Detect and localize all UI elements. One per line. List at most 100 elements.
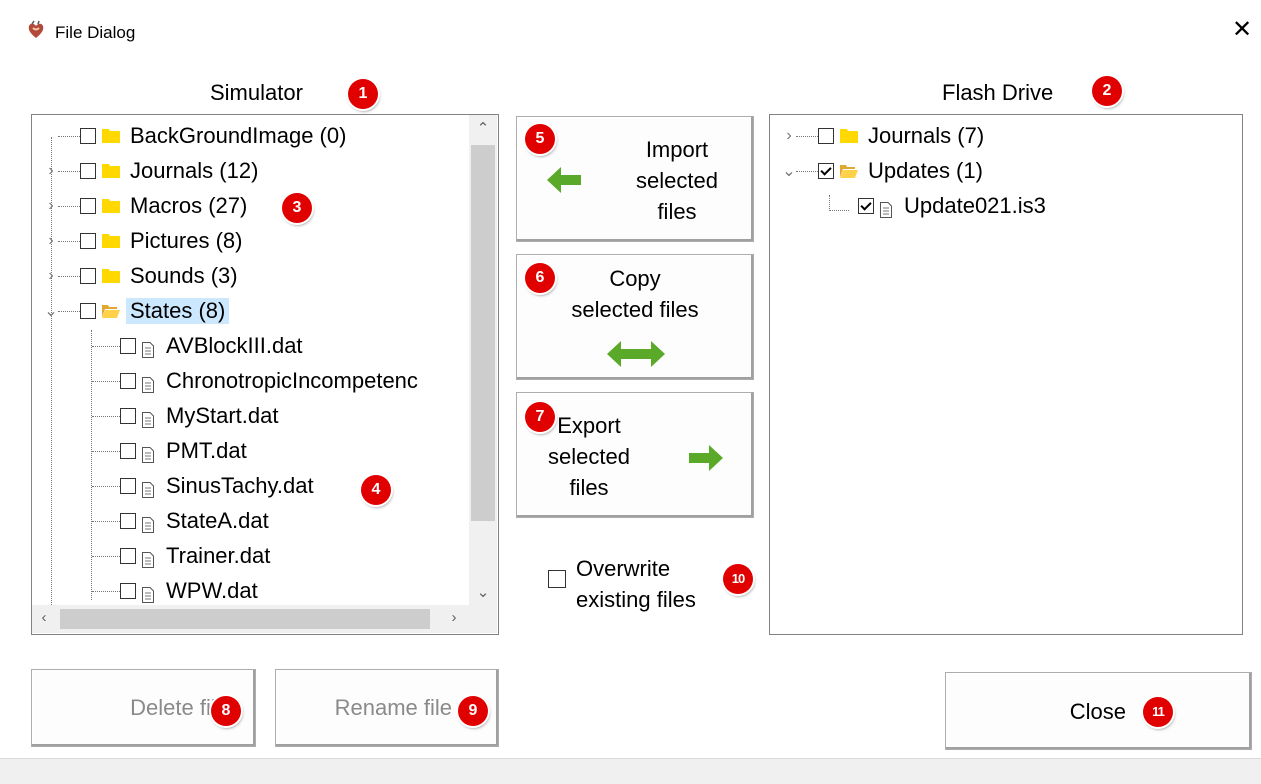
scrollbar-thumb[interactable]: [471, 145, 495, 521]
tree-item-file[interactable]: PMT.dat: [120, 434, 247, 468]
tree-item-label: Journals (12): [130, 158, 259, 183]
tree-item-file[interactable]: MyStart.dat: [120, 399, 278, 433]
tree-item-folder[interactable]: Journals (7): [818, 119, 984, 153]
chevron-down-icon[interactable]: ⌄: [782, 154, 796, 188]
scroll-down-icon[interactable]: ⌄: [473, 583, 493, 601]
tree-item-folder[interactable]: Sounds (3): [80, 259, 238, 293]
tree-item-checkbox[interactable]: [120, 548, 136, 564]
tree-item-checkbox[interactable]: [818, 163, 834, 179]
tree-item-label: WPW.dat: [166, 578, 258, 603]
tree-item-checkbox[interactable]: [80, 198, 96, 214]
tree-item-file[interactable]: ChronotropicIncompetenc: [120, 364, 418, 398]
folder-icon: [840, 129, 858, 143]
callout-badge: 1: [348, 79, 378, 109]
tree-item-label: PMT.dat: [166, 438, 247, 463]
file-icon: [142, 478, 154, 498]
window-title: File Dialog: [55, 23, 136, 42]
scroll-left-icon[interactable]: ‹: [34, 609, 54, 626]
flash-drive-tree[interactable]: › Journals (7) ⌄ Updates (1) Update021.is3: [769, 114, 1243, 635]
tree-line: [92, 346, 120, 347]
tree-item-label: States (8): [126, 298, 230, 324]
callout-badge: 5: [525, 124, 555, 154]
scroll-corner: [469, 605, 497, 633]
simulator-tree[interactable]: BackGroundImage (0) › Journals (12) › Macros…: [31, 114, 499, 635]
tree-item-checkbox[interactable]: [818, 128, 834, 144]
tree-item-file[interactable]: SinusTachy.dat: [120, 469, 314, 503]
tree-line: [796, 136, 818, 137]
tree-item-checkbox[interactable]: [120, 338, 136, 354]
horizontal-scrollbar[interactable]: ‹ ›: [32, 605, 469, 633]
scroll-up-icon[interactable]: ⌃: [473, 119, 493, 137]
tree-item-label: Macros (27): [130, 193, 248, 218]
tree-item-checkbox[interactable]: [80, 233, 96, 249]
title-bar: File Dialog ✕: [0, 0, 1261, 62]
chevron-right-icon[interactable]: ›: [44, 224, 58, 258]
tree-item-file[interactable]: StateA.dat: [120, 504, 269, 538]
tree-item-checkbox[interactable]: [858, 198, 874, 214]
close-button[interactable]: Close: [945, 672, 1252, 750]
tree-line: [92, 451, 120, 452]
file-icon: [142, 513, 154, 533]
file-icon: [142, 583, 154, 603]
chevron-right-icon[interactable]: ›: [44, 154, 58, 188]
arrow-left-icon: [547, 167, 581, 198]
chevron-right-icon[interactable]: ›: [44, 189, 58, 223]
callout-badge: 6: [525, 263, 555, 293]
tree-line: [829, 195, 830, 211]
chevron-right-icon[interactable]: ›: [782, 119, 796, 153]
overwrite-checkbox[interactable]: [548, 570, 566, 588]
tree-item-folder[interactable]: Macros (27): [80, 189, 247, 223]
tree-item-label: Updates (1): [868, 158, 983, 183]
tree-item-checkbox[interactable]: [120, 583, 136, 599]
tree-item-checkbox[interactable]: [80, 268, 96, 284]
chevron-right-icon[interactable]: ›: [44, 259, 58, 293]
tree-item-folder[interactable]: BackGroundImage (0): [80, 119, 346, 153]
file-icon: [142, 373, 154, 393]
window-close-button[interactable]: ✕: [1228, 14, 1256, 46]
tree-item-label: Sounds (3): [130, 263, 238, 288]
import-label-line: selected: [636, 168, 718, 193]
tree-item-checkbox[interactable]: [120, 373, 136, 389]
file-icon: [880, 198, 892, 218]
tree-item-folder[interactable]: States (8): [80, 294, 230, 328]
tree-line: [58, 311, 80, 312]
tree-line: [91, 330, 92, 600]
export-label-line: files: [569, 475, 609, 500]
callout-badge: 2: [1092, 76, 1122, 106]
tree-line: [58, 241, 80, 242]
tree-item-checkbox[interactable]: [120, 513, 136, 529]
tree-item-file[interactable]: AVBlockIII.dat: [120, 329, 303, 363]
file-icon: [142, 443, 154, 463]
tree-item-checkbox[interactable]: [120, 408, 136, 424]
tree-item-label: MyStart.dat: [166, 403, 279, 428]
tree-line: [92, 591, 120, 592]
scroll-right-icon[interactable]: ›: [444, 609, 464, 626]
callout-badge: 8: [211, 696, 241, 726]
tree-item-folder[interactable]: Pictures (8): [80, 224, 242, 258]
tree-item-checkbox[interactable]: [80, 128, 96, 144]
overwrite-label-line: existing files: [576, 587, 696, 612]
folder-open-icon: [102, 304, 120, 318]
file-icon: [142, 408, 154, 428]
tree-item-file[interactable]: Trainer.dat: [120, 539, 270, 573]
tree-item-checkbox[interactable]: [80, 303, 96, 319]
vertical-scrollbar[interactable]: ⌃ ⌄: [469, 115, 497, 613]
tree-item-checkbox[interactable]: [120, 478, 136, 494]
callout-badge: 7: [525, 402, 555, 432]
tree-item-file[interactable]: Update021.is3: [858, 189, 1046, 223]
tree-item-checkbox[interactable]: [120, 443, 136, 459]
tree-item-label: ChronotropicIncompetenc: [166, 368, 418, 393]
tree-item-label: BackGroundImage (0): [130, 123, 347, 148]
chevron-down-icon[interactable]: ⌄: [44, 294, 58, 328]
callout-badge: 9: [458, 696, 488, 726]
overwrite-label[interactable]: Overwrite existing files: [576, 553, 696, 615]
tree-item-folder[interactable]: Updates (1): [818, 154, 983, 188]
tree-item-file[interactable]: WPW.dat: [120, 574, 258, 608]
tree-item-label: StateA.dat: [166, 508, 269, 533]
delete-file-label: Delete file: [130, 695, 228, 720]
callout-badge: 3: [282, 193, 312, 223]
tree-item-folder[interactable]: Journals (12): [80, 154, 258, 188]
scrollbar-thumb[interactable]: [60, 609, 430, 629]
tree-item-label: AVBlockIII.dat: [166, 333, 303, 358]
tree-item-checkbox[interactable]: [80, 163, 96, 179]
